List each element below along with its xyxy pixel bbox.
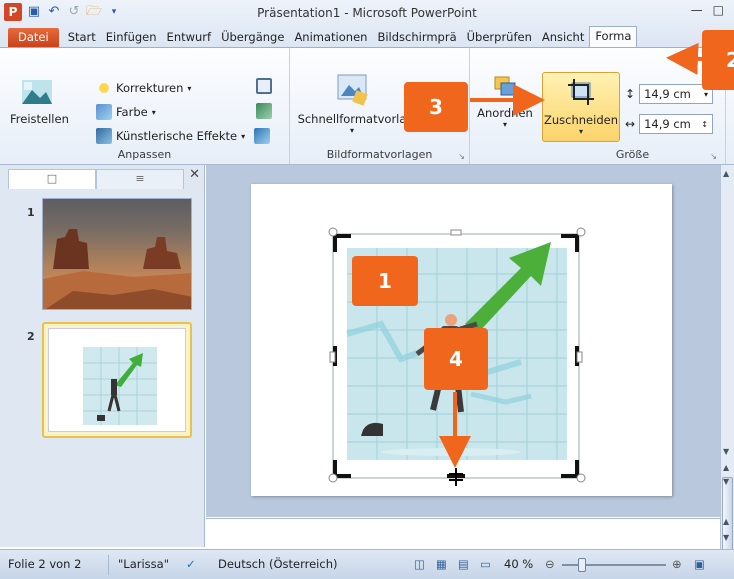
callout-2: 2	[702, 30, 734, 90]
callout-3: 3	[404, 82, 468, 132]
callout-4: 4	[424, 328, 488, 390]
callout-1: 1	[352, 256, 418, 306]
